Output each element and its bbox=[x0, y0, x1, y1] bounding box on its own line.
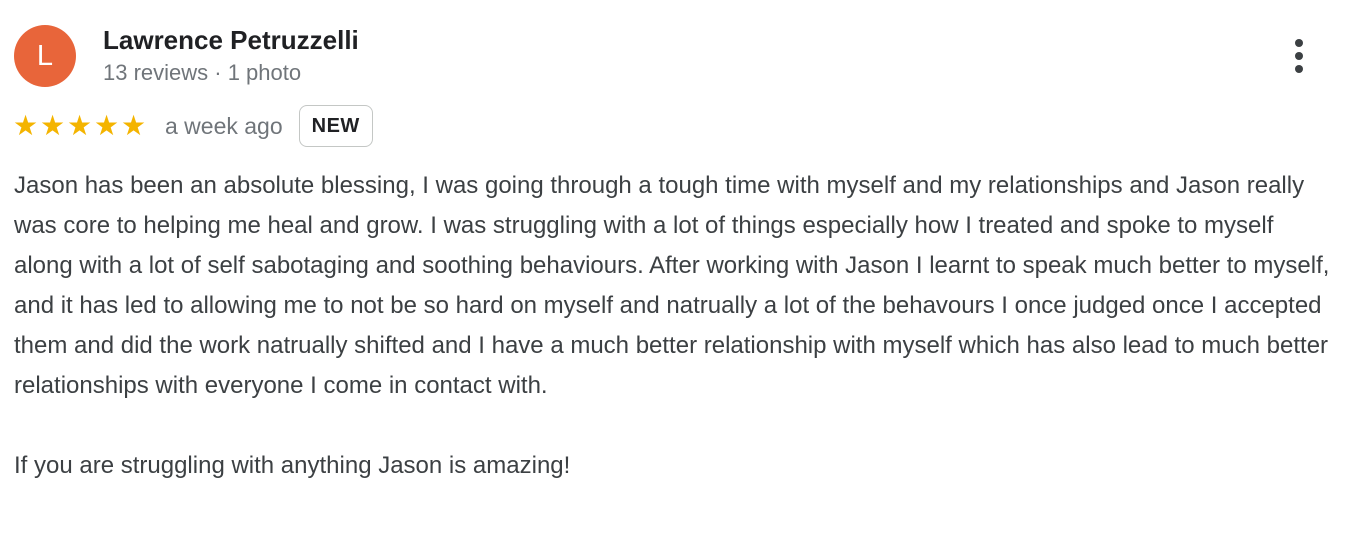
avatar-initial: L bbox=[36, 39, 54, 72]
star-rating: ★ ★ ★ ★ ★ bbox=[12, 112, 147, 140]
avatar[interactable]: L bbox=[14, 25, 76, 87]
review-paragraph: Jason has been an absolute blessing, I w… bbox=[14, 172, 1330, 399]
more-options-button[interactable] bbox=[1280, 36, 1318, 76]
more-vertical-icon-dot bbox=[1295, 65, 1303, 73]
more-vertical-icon bbox=[1295, 39, 1303, 47]
star-icon: ★ bbox=[93, 109, 120, 142]
reviewer-name[interactable]: Lawrence Petruzzelli bbox=[103, 25, 359, 56]
new-badge: NEW bbox=[298, 105, 373, 147]
star-icon: ★ bbox=[12, 109, 39, 142]
review-time: a week ago bbox=[165, 112, 283, 139]
more-vertical-icon-dot bbox=[1295, 52, 1303, 60]
reviewer-meta[interactable]: 13 reviews · 1 photo bbox=[103, 60, 301, 86]
star-icon: ★ bbox=[120, 109, 147, 142]
rating-row: ★ ★ ★ ★ ★ a week ago NEW bbox=[12, 105, 373, 147]
star-icon: ★ bbox=[66, 109, 93, 142]
star-icon: ★ bbox=[39, 109, 66, 142]
review-paragraph: If you are struggling with anything Jaso… bbox=[14, 452, 571, 479]
review-text: Jason has been an absolute blessing, I w… bbox=[14, 166, 1334, 486]
